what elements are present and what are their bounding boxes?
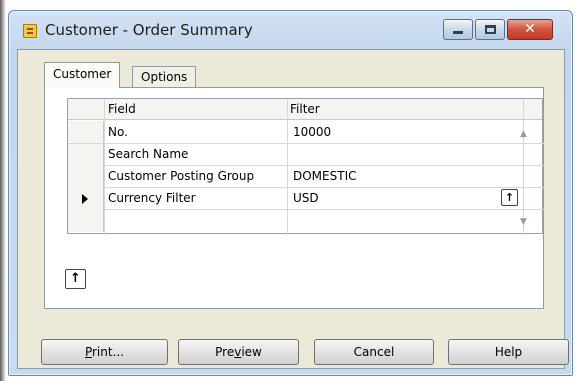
column-divider [104, 99, 105, 235]
print-button[interactable]: Print... [41, 339, 168, 365]
column-header-field[interactable]: Field [108, 102, 136, 116]
minimize-button[interactable] [443, 19, 473, 40]
print-accelerator: P [84, 345, 92, 359]
row-selector[interactable] [68, 210, 104, 232]
filter-cell[interactable]: DOMESTIC [293, 169, 357, 183]
row-divider [68, 187, 544, 188]
row-selector[interactable] [68, 144, 104, 166]
tab-options[interactable]: Options [132, 66, 197, 88]
help-button[interactable]: Help [448, 339, 569, 365]
maximize-button[interactable] [475, 19, 505, 40]
row-selector-current[interactable] [68, 188, 104, 210]
dialog-body: Customer Options Field Filter No. 10000 … [17, 49, 569, 369]
row-divider [68, 143, 544, 144]
maximize-icon [485, 25, 496, 34]
close-icon: ✕ [524, 21, 536, 37]
scroll-up-icon[interactable]: ▲ [520, 129, 527, 139]
row-selector[interactable] [68, 121, 104, 143]
row-selector[interactable] [68, 166, 104, 188]
arrow-up-icon: ↑ [70, 271, 81, 286]
preview-label-start: Pre [215, 345, 235, 359]
field-cell[interactable]: Customer Posting Group [108, 169, 254, 183]
field-cell[interactable]: No. [108, 125, 128, 139]
order-summary-window: Customer - Order Summary ✕ Customer Opti… [8, 10, 573, 376]
grid-header: Field Filter [68, 99, 542, 120]
row-divider [68, 165, 544, 166]
tab-customer[interactable]: Customer [44, 62, 121, 88]
background-window-edge [0, 0, 6, 381]
title-bar[interactable]: Customer - Order Summary ✕ [9, 11, 572, 49]
column-divider [523, 99, 524, 235]
panel-arrow-up-button[interactable]: ↑ [65, 269, 86, 289]
cancel-button[interactable]: Cancel [314, 339, 434, 365]
column-header-filter[interactable]: Filter [290, 102, 320, 116]
minimize-icon [453, 31, 463, 34]
field-cell[interactable]: Currency Filter [108, 191, 196, 205]
arrow-up-icon: ↑ [504, 191, 515, 204]
print-label: rint... [92, 345, 125, 359]
column-divider [287, 99, 288, 235]
row-divider [68, 209, 544, 210]
current-row-indicator-icon [82, 194, 88, 204]
scroll-down-icon[interactable]: ▼ [520, 217, 527, 227]
preview-label-end: iew [241, 345, 262, 359]
preview-button[interactable]: Preview [178, 339, 299, 365]
filter-grid: Field Filter No. 10000 Search Name Custo… [67, 98, 544, 235]
filter-cell[interactable]: USD [293, 191, 319, 205]
lookup-arrow-up-button[interactable]: ↑ [501, 189, 518, 206]
field-cell[interactable]: Search Name [108, 147, 188, 161]
filter-cell[interactable]: 10000 [293, 125, 331, 139]
close-button[interactable]: ✕ [507, 19, 553, 40]
customer-tab-panel: Field Filter No. 10000 Search Name Custo… [44, 87, 544, 309]
window-title: Customer - Order Summary [45, 21, 253, 39]
form-icon [23, 24, 37, 38]
